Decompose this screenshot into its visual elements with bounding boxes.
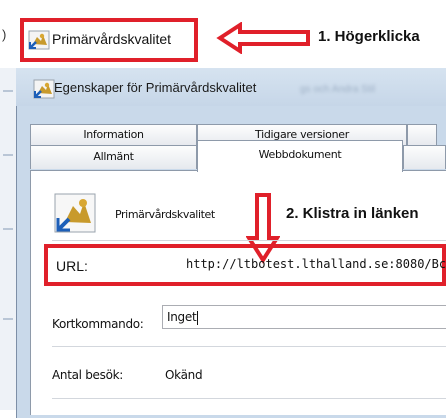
tab-web-document-label: Webbdokument: [258, 148, 342, 161]
divider: [52, 398, 446, 399]
divider: [52, 240, 446, 241]
tab-hidden-2[interactable]: [403, 145, 446, 169]
divider: [52, 346, 446, 347]
document-icon: [54, 193, 96, 233]
tab-hidden[interactable]: [407, 124, 437, 146]
tab-general-label: Allmänt: [93, 150, 134, 163]
text-caret: [197, 310, 199, 325]
callout-paste-link: 2. Klistra in länken: [286, 205, 419, 222]
shortcut-item[interactable]: Primärvårdskvalitet: [20, 18, 198, 62]
blurred-background-text: gs och Andra Stil: [300, 84, 376, 95]
left-frame: [0, 68, 16, 410]
tab-web-document[interactable]: Webbdokument: [197, 140, 403, 172]
shortcut-key-field[interactable]: Inget: [162, 305, 446, 329]
arrow-left-icon: [216, 22, 310, 54]
window-title: Egenskaper för Primärvårdskvalitet: [54, 80, 257, 95]
tab-general[interactable]: Allmänt: [30, 145, 197, 169]
shortcut-key-label: Kortkommando:: [52, 317, 144, 331]
url-field[interactable]: http://ltbotest.lthalland.se:8080/Bc: [186, 252, 446, 276]
edge-character: ): [2, 27, 7, 42]
shortcut-label: Primärvårdskvalitet: [52, 31, 172, 47]
callout-right-click: 1. Högerklicka: [318, 28, 420, 45]
tab-information[interactable]: Information: [30, 124, 197, 146]
tab-information-label: Information: [83, 128, 144, 141]
visits-value: Okänd: [165, 368, 203, 382]
file-name: Primärvårdskvalitet: [115, 208, 215, 221]
url-label: URL:: [56, 258, 88, 274]
window-app-icon: [33, 79, 55, 99]
web-shortcut-icon: [28, 30, 50, 50]
shortcut-key-value: Inget: [167, 310, 197, 324]
visits-label: Antal besök:: [52, 368, 124, 382]
